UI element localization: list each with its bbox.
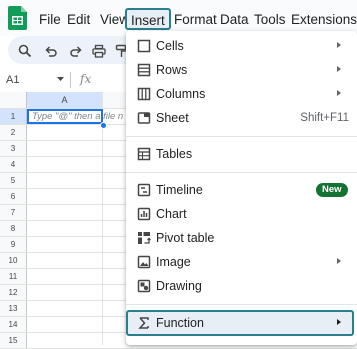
columns-icon <box>137 87 151 101</box>
row-number[interactable]: 10 <box>0 253 27 268</box>
menu-insert[interactable]: Insert <box>125 8 171 30</box>
insert-menu-pivot-table[interactable]: Pivot table <box>126 226 357 250</box>
row-number[interactable]: 3 <box>0 141 27 156</box>
submenu-arrow-icon <box>337 90 341 96</box>
menu-extensions[interactable]: Extensions <box>291 13 357 27</box>
submenu-arrow-icon <box>337 42 341 48</box>
menu-format[interactable]: Format <box>174 13 217 27</box>
divider <box>70 72 71 88</box>
row-number[interactable]: 13 <box>0 301 27 316</box>
rows-icon <box>137 63 151 77</box>
menu-edit[interactable]: Edit <box>67 13 90 27</box>
menu-data[interactable]: Data <box>220 13 249 27</box>
drawing-icon <box>137 279 151 293</box>
new-badge: New <box>316 183 348 197</box>
menu-item-label: Sheet <box>156 111 189 125</box>
pivot-table-icon <box>138 232 151 244</box>
search-icon[interactable] <box>18 44 32 58</box>
select-all-corner[interactable] <box>0 92 27 108</box>
menu-item-label: Drawing <box>156 279 202 293</box>
name-box[interactable]: A1 <box>6 74 19 86</box>
image-icon <box>137 255 151 269</box>
menu-item-label: Pivot table <box>156 231 215 245</box>
insert-menu-function[interactable]: Function <box>126 310 354 336</box>
row-number[interactable]: 2 <box>0 125 27 140</box>
undo-icon[interactable] <box>44 44 58 58</box>
timeline-icon <box>137 183 151 197</box>
column-header-a[interactable]: A <box>27 92 103 108</box>
menu-item-label: Tables <box>156 147 193 161</box>
row-number[interactable]: 4 <box>0 157 27 172</box>
fx-icon: fx <box>80 72 92 86</box>
row-number[interactable]: 15 <box>0 333 27 348</box>
chevron-down-icon[interactable] <box>57 77 64 81</box>
print-icon[interactable] <box>92 44 106 58</box>
menu-item-label: Function <box>156 316 204 330</box>
insert-menu-columns[interactable]: Columns <box>126 82 357 106</box>
row-number[interactable]: 11 <box>0 269 27 284</box>
menu-item-label: Image <box>156 255 191 269</box>
row-number[interactable]: 5 <box>0 173 27 188</box>
menu-divider <box>126 136 357 137</box>
menu-tools[interactable]: Tools <box>254 13 286 27</box>
row-number[interactable]: 6 <box>0 189 27 204</box>
insert-menu-image[interactable]: Image <box>126 250 357 274</box>
row-number[interactable]: 8 <box>0 221 27 236</box>
menu-item-label: Columns <box>156 87 206 101</box>
menu-file[interactable]: File <box>39 13 61 27</box>
fill-handle[interactable] <box>100 122 107 129</box>
keyboard-shortcut: Shift+F11 <box>300 112 349 124</box>
insert-menu-timeline[interactable]: Timeline New <box>126 178 357 202</box>
menu-item-label: Cells <box>156 39 184 53</box>
insert-menu: Cells Rows Columns Sheet Shift+F11 Table… <box>126 31 357 345</box>
sheet-icon <box>137 112 151 124</box>
menu-item-label: Chart <box>156 207 187 221</box>
tables-icon <box>137 147 151 161</box>
row-number[interactable]: 9 <box>0 237 27 252</box>
insert-menu-chart[interactable]: Chart <box>126 202 357 226</box>
submenu-arrow-icon <box>337 66 341 72</box>
menu-item-label: Rows <box>156 63 188 77</box>
menu-item-label: Timeline <box>156 183 203 197</box>
submenu-arrow-icon <box>337 319 341 325</box>
menu-divider <box>126 304 357 305</box>
insert-menu-sheet[interactable]: Sheet Shift+F11 <box>126 106 357 130</box>
insert-menu-drawing[interactable]: Drawing <box>126 274 357 298</box>
cells-icon <box>137 39 151 53</box>
function-sigma-icon <box>138 317 149 329</box>
sheets-logo-icon[interactable] <box>8 6 27 30</box>
active-cell-a1[interactable]: Type "@" then a file n <box>27 109 123 124</box>
insert-menu-cells[interactable]: Cells <box>126 34 357 58</box>
row-number[interactable]: 7 <box>0 205 27 220</box>
row-number[interactable]: 1 <box>0 109 27 124</box>
row-number[interactable]: 14 <box>0 317 27 332</box>
submenu-arrow-icon <box>337 258 341 264</box>
menu-divider <box>126 172 357 173</box>
insert-menu-tables[interactable]: Tables <box>126 142 357 166</box>
row-number[interactable]: 12 <box>0 285 27 300</box>
insert-menu-rows[interactable]: Rows <box>126 58 357 82</box>
chart-icon <box>137 207 151 221</box>
redo-icon[interactable] <box>69 44 83 58</box>
